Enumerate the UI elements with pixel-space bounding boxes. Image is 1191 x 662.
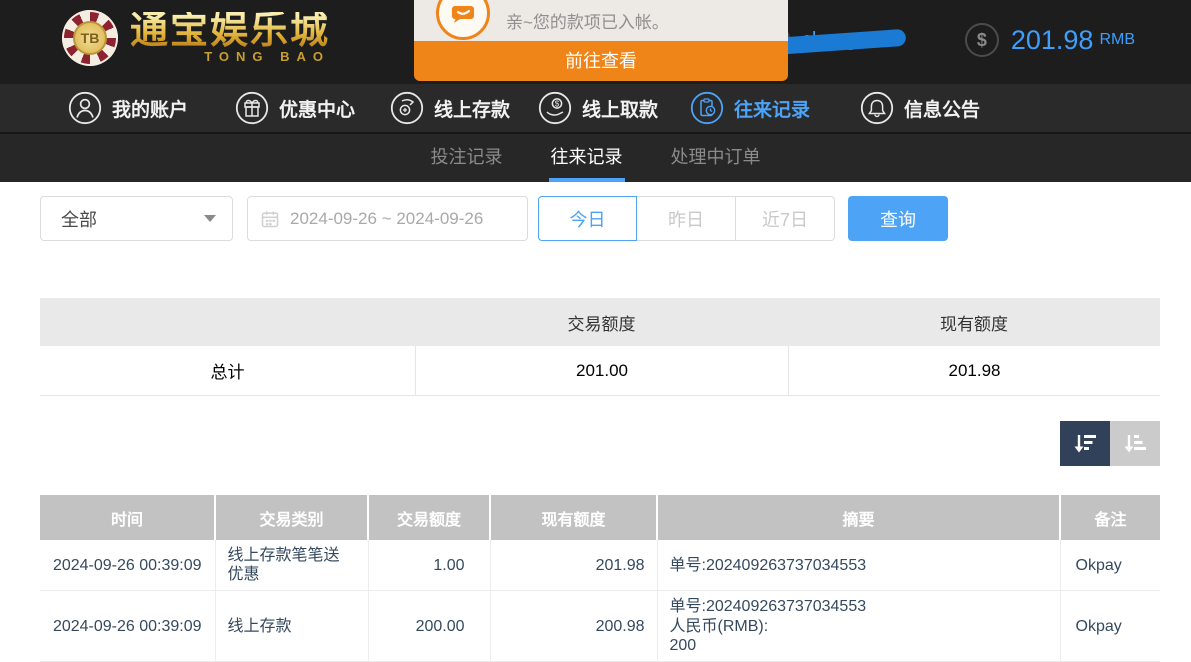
sub-nav: 投注记录 往来记录 处理中订单 bbox=[0, 134, 1191, 182]
sort-controls bbox=[1060, 421, 1160, 466]
sort-descending-button[interactable] bbox=[1060, 421, 1110, 466]
account-icon bbox=[68, 91, 102, 125]
cell-type: 线上存款 bbox=[215, 591, 368, 662]
page: TB 通宝娱乐城 TONG BAO 亲~您的款项已入帐。 前往查看 bbox=[0, 0, 1191, 660]
transactions-table: 时间 交易类别 交易额度 现有额度 摘要 备注 2024-09-26 00:39… bbox=[40, 495, 1160, 662]
goto-view-button[interactable]: 前往查看 bbox=[414, 41, 788, 81]
sort-descending-icon bbox=[1070, 431, 1100, 457]
chat-bubble-icon bbox=[436, 0, 490, 40]
cell-amount: 200.00 bbox=[368, 591, 490, 662]
date-range-value: 2024-09-26 ~ 2024-09-26 bbox=[290, 209, 483, 229]
sort-ascending-icon bbox=[1120, 431, 1150, 457]
filter-bar: 全部 2024-09-26 ~ 2024-09-26 今日 昨日 近7日 查询 bbox=[0, 196, 1191, 258]
top-header: TB 通宝娱乐城 TONG BAO 亲~您的款项已入帐。 前往查看 bbox=[0, 0, 1191, 84]
nav-item-promotions[interactable]: 优惠中心 bbox=[235, 84, 355, 132]
deposit-icon bbox=[390, 91, 424, 125]
cell-time: 2024-09-26 00:39:09 bbox=[40, 540, 215, 591]
site-title: 通宝娱乐城 bbox=[130, 12, 330, 52]
type-select[interactable]: 全部 bbox=[40, 196, 233, 241]
tab-transaction-records[interactable]: 往来记录 bbox=[549, 134, 625, 182]
query-button[interactable]: 查询 bbox=[848, 196, 948, 241]
summary-total-balance: 201.98 bbox=[788, 346, 1160, 395]
cell-type: 线上存款笔笔送优惠 bbox=[215, 540, 368, 591]
main-nav: 我的账户 优惠中心 线上存款 bbox=[0, 84, 1191, 134]
poker-chip-icon: TB bbox=[62, 10, 118, 66]
tab-betting-records[interactable]: 投注记录 bbox=[429, 134, 505, 182]
site-subtitle: TONG BAO bbox=[130, 49, 330, 64]
balance-currency: RMB bbox=[1099, 31, 1135, 49]
summary-header-row: 交易额度 现有额度 bbox=[40, 298, 1160, 346]
nav-item-deposit[interactable]: 线上存款 bbox=[390, 84, 510, 132]
nav-item-transaction-records[interactable]: 往来记录 bbox=[690, 84, 810, 132]
calendar-icon bbox=[260, 209, 280, 229]
transactions-header-row: 时间 交易类别 交易额度 现有额度 摘要 备注 bbox=[40, 495, 1160, 540]
table-row: 2024-09-26 00:39:09 线上存款笔笔送优惠 1.00 201.9… bbox=[40, 540, 1160, 591]
header-summary: 摘要 bbox=[657, 495, 1060, 540]
summary-total-amount: 201.00 bbox=[415, 346, 788, 395]
cell-note: Okpay bbox=[1060, 540, 1160, 591]
type-select-value: 全部 bbox=[61, 206, 204, 232]
today-button[interactable]: 今日 bbox=[538, 196, 637, 241]
sort-ascending-button[interactable] bbox=[1110, 421, 1160, 466]
header-balance: 现有额度 bbox=[490, 495, 657, 540]
tab-pending-orders[interactable]: 处理中订单 bbox=[669, 134, 763, 182]
toast-message: 亲~您的款项已入帐。 bbox=[506, 8, 669, 33]
header-note: 备注 bbox=[1060, 495, 1160, 540]
nav-item-announcements[interactable]: 信息公告 bbox=[860, 84, 980, 132]
cell-summary: 单号:202409263737034553 人民币(RMB): 200 bbox=[657, 591, 1060, 662]
cell-amount: 1.00 bbox=[368, 540, 490, 591]
cell-balance: 201.98 bbox=[490, 540, 657, 591]
logo[interactable]: TB 通宝娱乐城 TONG BAO bbox=[62, 10, 330, 66]
cell-balance: 200.98 bbox=[490, 591, 657, 662]
summary-total-label: 总计 bbox=[40, 346, 415, 395]
summary-header-amount: 交易额度 bbox=[415, 298, 788, 346]
balance-amount[interactable]: 201.98 bbox=[1011, 25, 1094, 56]
summary-total-row: 总计 201.00 201.98 bbox=[40, 346, 1160, 396]
svg-text:$: $ bbox=[555, 100, 560, 109]
header-time: 时间 bbox=[40, 495, 215, 540]
summary-header-empty bbox=[40, 298, 415, 346]
header-amount: 交易额度 bbox=[368, 495, 490, 540]
nav-item-withdraw[interactable]: $ 线上取款 bbox=[538, 84, 658, 132]
cell-summary: 单号:202409263737034553 bbox=[657, 540, 1060, 591]
announcement-bell-icon bbox=[860, 91, 894, 125]
summary-header-balance: 现有额度 bbox=[788, 298, 1160, 346]
header-type: 交易类别 bbox=[215, 495, 368, 540]
cell-note: Okpay bbox=[1060, 591, 1160, 662]
records-icon bbox=[690, 91, 724, 125]
summary-table: 交易额度 现有额度 总计 201.00 201.98 bbox=[40, 298, 1160, 396]
balance-dollar-icon: $ bbox=[965, 23, 999, 57]
chip-tb-label: TB bbox=[73, 21, 107, 55]
cell-time: 2024-09-26 00:39:09 bbox=[40, 591, 215, 662]
quick-date-button-group: 今日 昨日 近7日 bbox=[538, 196, 835, 241]
promo-gift-icon bbox=[235, 91, 269, 125]
chevron-down-icon bbox=[204, 215, 216, 222]
withdraw-icon: $ bbox=[538, 91, 572, 125]
last7days-button[interactable]: 近7日 bbox=[736, 196, 835, 241]
yesterday-button[interactable]: 昨日 bbox=[637, 196, 736, 241]
user-box: cheng0990 $ 201.98 RMB bbox=[754, 20, 1135, 60]
nav-item-my-account[interactable]: 我的账户 bbox=[68, 84, 188, 132]
table-row: 2024-09-26 00:39:09 线上存款 200.00 200.98 单… bbox=[40, 591, 1160, 662]
notification-toast: 亲~您的款项已入帐。 前往查看 bbox=[414, 0, 788, 81]
date-range-input[interactable]: 2024-09-26 ~ 2024-09-26 bbox=[247, 196, 528, 241]
